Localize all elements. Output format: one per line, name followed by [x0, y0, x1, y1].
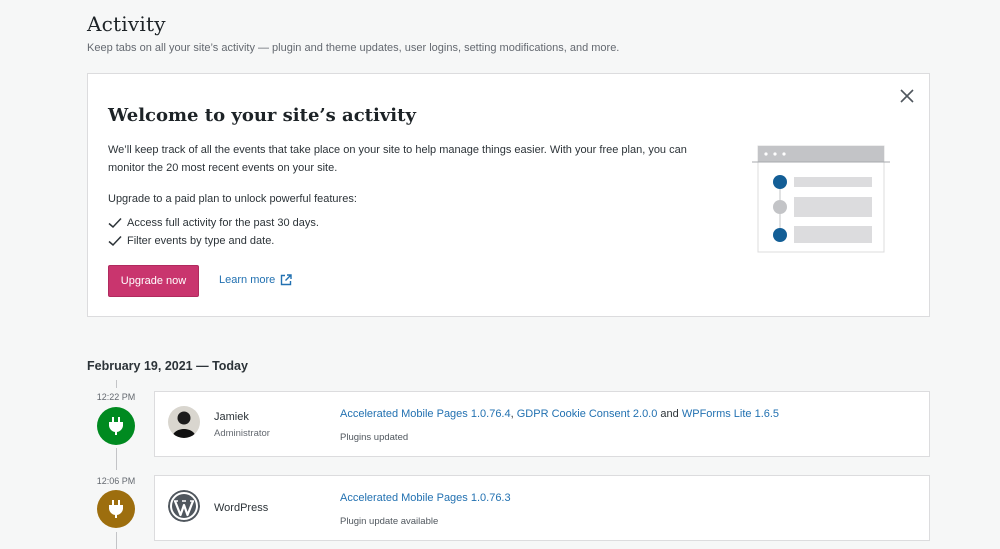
- page-title: Activity: [87, 12, 166, 36]
- event-status: Plugins updated: [340, 432, 409, 443]
- separator: and: [657, 408, 682, 420]
- actor-role: Administrator: [214, 428, 270, 439]
- upgrade-prompt: Upgrade to a paid plan to unlock powerfu…: [108, 193, 357, 205]
- event-summary: Accelerated Mobile Pages 1.0.76.3: [340, 492, 511, 504]
- welcome-description: We’ll keep track of all the events that …: [108, 144, 687, 174]
- event-time: 12:22 PM: [96, 392, 136, 402]
- plugin-link[interactable]: GDPR Cookie Consent 2.0.0: [517, 408, 658, 420]
- check-icon: [108, 217, 122, 229]
- event-time: 12:06 PM: [96, 476, 136, 486]
- actor-name: Jamiek: [214, 411, 249, 423]
- plugin-link[interactable]: WPForms Lite 1.6.5: [682, 408, 779, 420]
- timeline-connector: [116, 532, 117, 549]
- external-link-icon: [281, 274, 292, 286]
- feature-item: Filter events by type and date.: [108, 232, 319, 250]
- plugin-link[interactable]: Accelerated Mobile Pages 1.0.76.4: [340, 408, 511, 420]
- feature-list: Access full activity for the past 30 day…: [108, 214, 319, 250]
- plugin-icon: [109, 417, 123, 435]
- event-summary: Accelerated Mobile Pages 1.0.76.4, GDPR …: [340, 408, 779, 420]
- avatar: [168, 406, 200, 438]
- feature-text: Filter events by type and date.: [127, 235, 275, 247]
- learn-more-link[interactable]: Learn more: [219, 274, 292, 286]
- plugin-icon: [109, 500, 123, 518]
- welcome-title: Welcome to your site’s activity: [108, 105, 416, 126]
- event-card: WordPress Accelerated Mobile Pages 1.0.7…: [154, 475, 930, 541]
- learn-more-label: Learn more: [219, 274, 276, 286]
- timeline-connector: [116, 380, 117, 388]
- event-type-badge: [97, 407, 135, 445]
- event-status: Plugin update available: [340, 516, 439, 527]
- upgrade-now-button[interactable]: Upgrade now: [108, 265, 199, 297]
- check-icon: [108, 235, 122, 247]
- close-icon[interactable]: [899, 88, 915, 104]
- actor-name: WordPress: [214, 502, 269, 514]
- feature-item: Access full activity for the past 30 day…: [108, 214, 319, 232]
- feature-text: Access full activity for the past 30 day…: [127, 217, 319, 229]
- page-subtitle: Keep tabs on all your site’s activity — …: [87, 42, 620, 54]
- event-type-badge: [97, 490, 135, 528]
- date-heading: February 19, 2021 — Today: [87, 359, 248, 373]
- welcome-card: Welcome to your site’s activity We’ll ke…: [87, 73, 930, 317]
- wordpress-logo-icon: [168, 490, 200, 522]
- plugin-link[interactable]: Accelerated Mobile Pages 1.0.76.3: [340, 492, 511, 504]
- timeline-connector: [116, 448, 117, 470]
- event-card: Jamiek Administrator Accelerated Mobile …: [154, 391, 930, 457]
- activity-illustration: [752, 145, 890, 253]
